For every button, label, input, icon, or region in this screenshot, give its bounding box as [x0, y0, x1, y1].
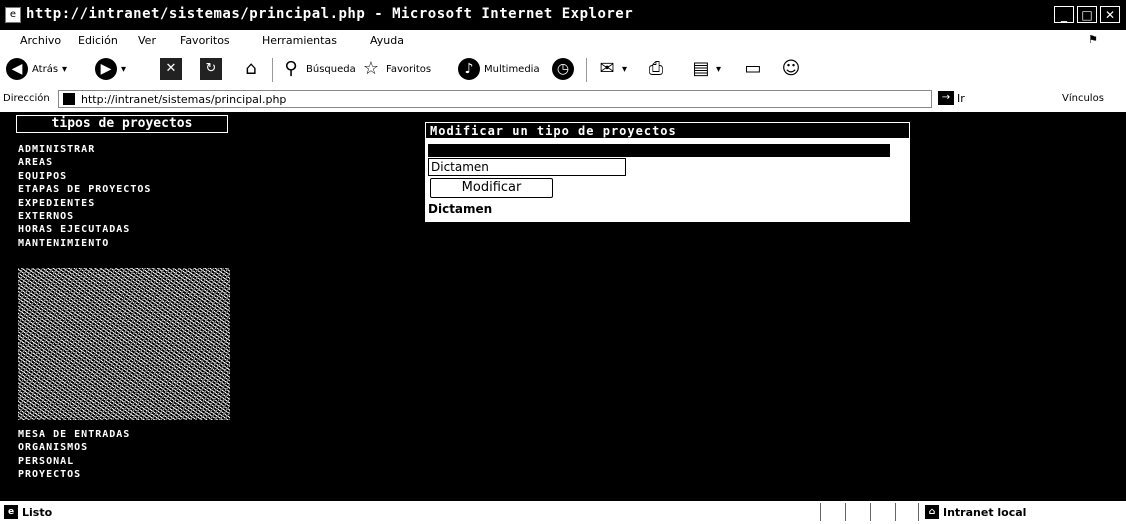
search-icon: ⚲ [284, 58, 298, 79]
messenger-button[interactable]: ☺ [780, 58, 802, 80]
menu-ver[interactable]: Ver [138, 34, 156, 47]
forward-arrow-icon: ▶ [95, 58, 117, 80]
status-bar: e Listo ⌂ Intranet local [0, 500, 1126, 524]
status-divider [820, 503, 821, 521]
mail-dropdown-icon: ▾ [622, 63, 628, 75]
multimedia-button[interactable]: ♪ Multimedia [458, 58, 540, 80]
sidebar-title: tipos de proyectos [16, 115, 228, 133]
toolbar: ◀ Atrás ▾ ▶ ▾ ✕ ↻ ⌂ ⚲ Búsqueda ☆ Favorit… [0, 52, 1126, 89]
sidebar-menu-bottom: MESA DE ENTRADAS ORGANISMOS PERSONAL PRO… [18, 428, 130, 482]
mail-icon: ✉ [599, 58, 615, 79]
current-value: Dictamen [428, 202, 493, 216]
discuss-icon: ▭ [744, 58, 762, 79]
address-label: Dirección [3, 93, 50, 104]
favorites-label: Favoritos [386, 63, 432, 75]
security-zone: ⌂ Intranet local [925, 505, 1026, 519]
mail-button[interactable]: ✉ ▾ [596, 58, 627, 80]
print-button[interactable]: ⎙ [645, 58, 667, 80]
sidebar-decorative-image [18, 268, 230, 420]
stop-button[interactable]: ✕ [160, 58, 182, 80]
modify-button[interactable]: Modificar [430, 178, 553, 198]
refresh-button[interactable]: ↻ [200, 58, 222, 80]
favorites-button[interactable]: ☆ Favoritos [360, 58, 431, 80]
menu-herramientas[interactable]: Herramientas [262, 34, 337, 47]
sidebar-item-expedientes[interactable]: EXPEDIENTES [18, 197, 151, 210]
go-arrow-icon: → [938, 91, 954, 105]
address-url: http://intranet/sistemas/principal.php [81, 93, 287, 106]
back-arrow-icon: ◀ [6, 58, 28, 80]
status-divider [870, 503, 871, 521]
search-label: Búsqueda [306, 63, 356, 75]
refresh-icon: ↻ [200, 58, 222, 80]
ie-icon: e [5, 7, 21, 23]
sidebar-item-areas[interactable]: AREAS [18, 156, 151, 169]
stop-icon: ✕ [160, 58, 182, 80]
zone-label: Intranet local [943, 505, 1027, 519]
status-divider [895, 503, 896, 521]
sidebar-item-mantenimiento[interactable]: MANTENIMIENTO [18, 237, 151, 250]
form-divider [428, 144, 890, 157]
menu-bar: Archivo Edición Ver Favoritos Herramient… [0, 30, 1126, 53]
history-button[interactable]: ◷ [552, 58, 574, 80]
star-icon: ☆ [362, 58, 380, 79]
multimedia-label: Multimedia [484, 63, 540, 75]
sidebar-item-organismos[interactable]: ORGANISMOS [18, 441, 130, 454]
edit-icon: ▤ [692, 58, 710, 79]
discuss-button[interactable]: ▭ [742, 58, 764, 80]
menu-archivo[interactable]: Archivo [20, 34, 61, 47]
edit-button[interactable]: ▤ ▾ [690, 58, 721, 80]
print-icon: ⎙ [648, 58, 664, 79]
window-title: http://intranet/sistemas/principal.php -… [26, 6, 634, 22]
status-area: e Listo [4, 505, 52, 519]
page-content: tipos de proyectos ADMINISTRAR AREAS EQU… [0, 112, 1126, 500]
menu-edicion[interactable]: Edición [78, 34, 118, 47]
address-bar: Dirección http://intranet/sistemas/princ… [0, 88, 1126, 113]
intranet-zone-icon: ⌂ [925, 505, 939, 519]
window-controls: _ □ ✕ [1054, 6, 1120, 23]
status-divider [918, 503, 919, 521]
windows-logo-icon: ⚑ [1088, 33, 1098, 46]
maximize-button[interactable]: □ [1077, 6, 1097, 23]
search-button[interactable]: ⚲ Búsqueda [280, 58, 356, 80]
sidebar-item-mesa[interactable]: MESA DE ENTRADAS [18, 428, 130, 441]
sidebar-item-proyectos[interactable]: PROYECTOS [18, 468, 130, 481]
page-status-icon: e [4, 505, 18, 519]
go-button[interactable]: → Ir [938, 91, 965, 105]
status-text: Listo [22, 505, 53, 519]
menu-favoritos[interactable]: Favoritos [180, 34, 230, 47]
sidebar-item-etapas[interactable]: ETAPAS DE PROYECTOS [18, 183, 151, 196]
close-button[interactable]: ✕ [1100, 6, 1120, 23]
edit-dropdown-icon: ▾ [716, 63, 722, 75]
history-icon: ◷ [552, 58, 574, 80]
status-divider [845, 503, 846, 521]
sidebar-item-personal[interactable]: PERSONAL [18, 455, 130, 468]
minimize-button[interactable]: _ [1054, 6, 1074, 23]
back-dropdown-icon: ▾ [62, 63, 68, 75]
project-type-input[interactable]: Dictamen [428, 158, 626, 176]
address-input[interactable]: http://intranet/sistemas/principal.php [58, 90, 932, 108]
multimedia-icon: ♪ [458, 58, 480, 80]
back-button[interactable]: ◀ Atrás ▾ [6, 58, 67, 80]
sidebar-menu-top: ADMINISTRAR AREAS EQUIPOS ETAPAS DE PROY… [18, 143, 151, 250]
form-title: Modificar un tipo de proyectos [425, 122, 910, 139]
back-label: Atrás [32, 63, 59, 75]
forward-dropdown-icon: ▾ [121, 63, 127, 75]
toolbar-separator [586, 58, 587, 82]
links-button[interactable]: Vínculos [1062, 93, 1104, 104]
messenger-icon: ☺ [781, 58, 801, 79]
forward-button[interactable]: ▶ ▾ [95, 58, 126, 80]
sidebar-item-externos[interactable]: EXTERNOS [18, 210, 151, 223]
page-icon [63, 93, 75, 105]
menu-ayuda[interactable]: Ayuda [370, 34, 404, 47]
edit-form: Modificar un tipo de proyectos Dictamen … [425, 122, 910, 222]
sidebar-item-horas[interactable]: HORAS EJECUTADAS [18, 223, 151, 236]
sidebar-item-equipos[interactable]: EQUIPOS [18, 170, 151, 183]
home-icon: ⌂ [245, 58, 257, 79]
toolbar-separator [272, 58, 273, 82]
title-bar: e http://intranet/sistemas/principal.php… [0, 0, 1126, 30]
home-button[interactable]: ⌂ [240, 58, 262, 80]
sidebar-item-administrar[interactable]: ADMINISTRAR [18, 143, 151, 156]
go-label: Ir [957, 91, 965, 105]
